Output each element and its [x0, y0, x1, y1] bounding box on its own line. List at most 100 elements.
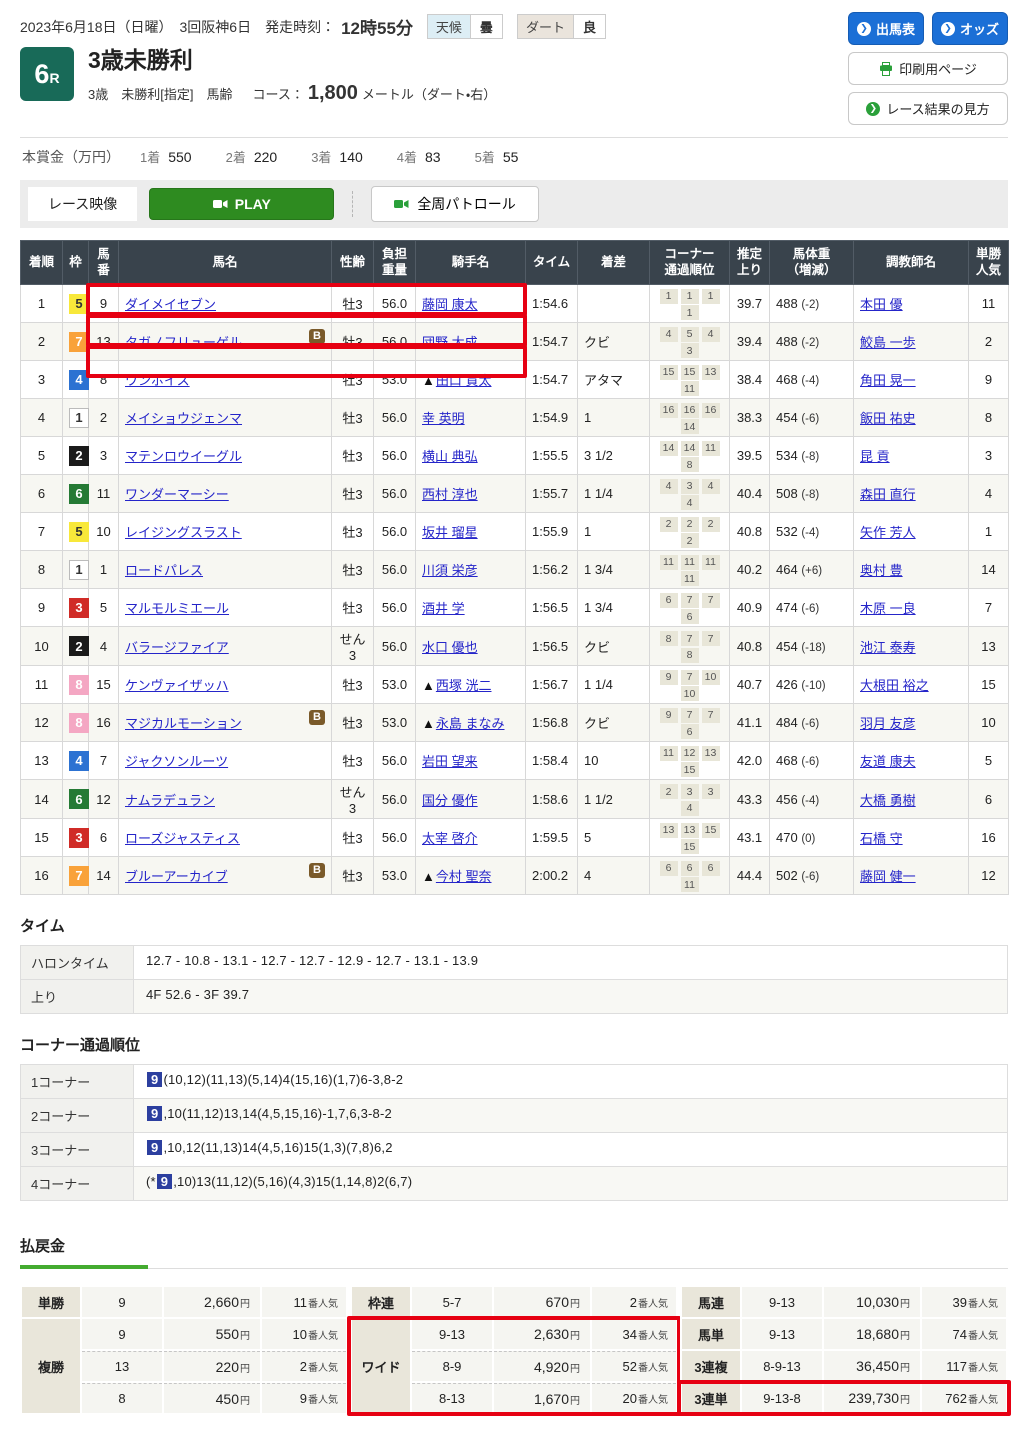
horse-weight-diff: (0)	[801, 833, 815, 845]
prize-item: 3着140	[311, 149, 363, 165]
trainer-link[interactable]: 大橋 勇樹	[860, 793, 916, 808]
horse-number: 16	[89, 704, 119, 742]
last-3f: 42.0	[730, 742, 770, 780]
trainer-link[interactable]: 昆 貢	[860, 449, 890, 464]
horse-name-link[interactable]: マジカルモーション	[125, 716, 242, 731]
horse-name-link[interactable]: ワンボイス	[125, 373, 190, 388]
jockey-link[interactable]: 水口 優也	[422, 640, 478, 655]
finish-time: 1:56.2	[526, 551, 578, 589]
jockey-link[interactable]: 横山 典弘	[422, 449, 478, 464]
horse-name-link[interactable]: ワンダーマーシー	[125, 487, 229, 502]
rank-suffix: 番人気	[968, 1299, 998, 1310]
corner-position-chip: 10	[702, 670, 720, 685]
finish-position: 3	[21, 361, 63, 399]
rank-suffix: 番人気	[968, 1331, 998, 1342]
play-button[interactable]: PLAY	[149, 188, 334, 220]
corner-position-chip: 3	[702, 784, 720, 799]
corner-position-chip: 11	[681, 555, 699, 570]
bet-type-label: 馬連	[682, 1287, 740, 1317]
jockey-link[interactable]: 岩田 望来	[422, 754, 478, 769]
trainer-cell: 羽月 友彦	[854, 704, 969, 742]
column-header: 馬 番	[89, 241, 119, 285]
trainer-link[interactable]: 石橋 守	[860, 831, 903, 846]
results-table-wrap: 着順枠馬 番馬名性齢負担 重量騎手名タイム着差コーナー 通過順位推定 上り馬体重…	[20, 240, 1008, 895]
trainer-link[interactable]: 本田 優	[860, 297, 903, 312]
trainer-link[interactable]: 角田 晃一	[860, 373, 916, 388]
jockey-cell: ▲永島 まなみ	[416, 704, 526, 742]
payout-amount: 550円	[164, 1319, 260, 1349]
odds-button[interactable]: ❯ オッズ	[932, 12, 1008, 45]
horse-name-link[interactable]: メイショウジェンマ	[125, 411, 242, 426]
corner-position-chip: 10	[681, 686, 699, 701]
trainer-link[interactable]: 森田 直行	[860, 487, 916, 502]
jockey-link[interactable]: 団野 大成	[422, 335, 478, 350]
trainer-cell: 飯田 祐史	[854, 399, 969, 437]
corner-position-chip: 15	[681, 839, 699, 854]
popularity-rank: 762番人気	[922, 1383, 1006, 1413]
corner-position-chip: 11	[660, 746, 678, 761]
horse-weight-value: 464	[776, 562, 801, 577]
horse-name-link[interactable]: ダイメイセブン	[125, 297, 216, 312]
horse-name-link[interactable]: バラージファイア	[125, 640, 229, 655]
last-3f: 40.7	[730, 666, 770, 704]
horse-weight-value: 470	[776, 830, 801, 845]
last-3f: 39.7	[730, 285, 770, 323]
horse-name-cell: レイジングスラスト	[119, 513, 332, 551]
rank-value: 117	[946, 1359, 967, 1374]
trainer-link[interactable]: 藤岡 健一	[860, 869, 916, 884]
corner-position-chip: 6	[681, 861, 699, 876]
jockey-link[interactable]: 太宰 啓介	[422, 831, 478, 846]
carried-weight: 53.0	[374, 666, 416, 704]
jockey-link[interactable]: 今村 聖奈	[436, 869, 492, 884]
margin: クビ	[578, 627, 650, 666]
trainer-link[interactable]: 飯田 祐史	[860, 411, 916, 426]
result-row: 348ワンボイス牡353.0▲田口 貫太1:54.7アタマ1515131138.…	[21, 361, 1009, 399]
last-3f: 41.1	[730, 704, 770, 742]
horse-name-link[interactable]: タガノフリューゲル	[125, 335, 242, 350]
trainer-link[interactable]: 木原 一良	[860, 601, 916, 616]
corner-position-chip: 3	[681, 343, 699, 358]
race-video-label[interactable]: レース映像	[28, 187, 137, 221]
trainer-link[interactable]: 矢作 芳人	[860, 525, 916, 540]
horse-name-link[interactable]: レイジングスラスト	[125, 525, 242, 540]
horse-name-link[interactable]: ロードパレス	[125, 563, 203, 578]
horse-weight: 488 (-2)	[770, 323, 854, 361]
race-number: 6	[34, 59, 49, 90]
entry-table-button[interactable]: ❯ 出馬表	[848, 12, 924, 45]
corner-position-chip: 8	[681, 648, 699, 663]
trainer-link[interactable]: 奥村 豊	[860, 563, 903, 578]
jockey-link[interactable]: 永島 まなみ	[436, 716, 505, 731]
horse-name-link[interactable]: マルモルミエール	[125, 601, 229, 616]
combination: 8-9-13	[742, 1351, 822, 1381]
results-guide-button[interactable]: ❯ レース結果の見方	[848, 92, 1008, 125]
trainer-link[interactable]: 池江 泰寿	[860, 640, 916, 655]
blinker-badge: B	[309, 863, 325, 878]
jockey-link[interactable]: 田口 貫太	[436, 373, 492, 388]
patrol-video-button[interactable]: 全周パトロール	[371, 186, 538, 222]
trainer-link[interactable]: 鮫島 一歩	[860, 335, 916, 350]
jockey-link[interactable]: 川須 栄彦	[422, 563, 478, 578]
print-page-button[interactable]: 印刷用ページ	[848, 52, 1008, 85]
carried-weight: 56.0	[374, 285, 416, 323]
jockey-link[interactable]: 坂井 瑠星	[422, 525, 478, 540]
horse-name-link[interactable]: ジャクソンルーツ	[125, 754, 228, 769]
jockey-link[interactable]: 西村 淳也	[422, 487, 478, 502]
jockey-link[interactable]: 幸 英明	[422, 411, 465, 426]
trainer-link[interactable]: 大根田 裕之	[860, 678, 929, 693]
trainer-link[interactable]: 羽月 友彦	[860, 716, 916, 731]
horse-name-link[interactable]: マテンロウイーグル	[125, 449, 242, 464]
popularity-rank: 117番人気	[922, 1351, 1006, 1381]
horse-name-link[interactable]: ローズジャスティス	[125, 831, 240, 846]
jockey-link[interactable]: 西塚 洸二	[436, 678, 492, 693]
corner-position-chip: 13	[660, 823, 678, 838]
horse-name-link[interactable]: ナムラデュラン	[125, 793, 215, 808]
horse-name-link[interactable]: ブルーアーカイブ	[125, 869, 228, 884]
last-3f: 38.4	[730, 361, 770, 399]
winner-number-mark: 9	[147, 1140, 162, 1155]
jockey-link[interactable]: 酒井 学	[422, 601, 465, 616]
horse-weight: 464 (+6)	[770, 551, 854, 589]
trainer-link[interactable]: 友道 康夫	[860, 754, 916, 769]
horse-name-link[interactable]: ケンヴァイザッハ	[125, 678, 229, 693]
jockey-link[interactable]: 藤岡 康太	[422, 297, 478, 312]
jockey-link[interactable]: 国分 優作	[422, 793, 478, 808]
